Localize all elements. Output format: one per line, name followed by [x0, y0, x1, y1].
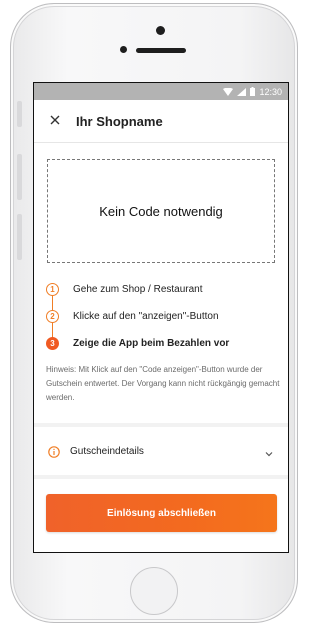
earpiece-speaker — [136, 48, 186, 53]
step-text: Gehe zum Shop / Restaurant — [73, 284, 203, 295]
voucher-details-label: Gutscheindetails — [70, 445, 144, 457]
home-button[interactable] — [130, 567, 178, 615]
status-bar: 12:30 — [34, 83, 288, 100]
step-number: 1 — [46, 283, 59, 296]
steps-list: 1 Gehe zum Shop / Restaurant 2 Klicke au… — [46, 276, 282, 357]
code-box-text: Kein Code notwendig — [99, 203, 223, 219]
step-number-active: 3 — [46, 337, 59, 350]
proximity-sensor — [120, 46, 127, 53]
complete-redemption-button[interactable]: Einlösung abschließen — [46, 494, 277, 532]
close-icon[interactable] — [34, 112, 76, 130]
voucher-details-toggle[interactable]: Gutscheindetails — [34, 431, 288, 471]
volume-up-button — [17, 154, 22, 200]
front-camera — [156, 26, 165, 35]
step-item: 1 Gehe zum Shop / Restaurant — [46, 276, 282, 303]
step-item: 3 Zeige die App beim Bezahlen vor — [46, 330, 282, 357]
step-number: 2 — [46, 310, 59, 323]
wifi-icon — [223, 87, 234, 96]
battery-icon — [250, 87, 256, 96]
hint-text: Hinweis: Mit Klick auf den "Code anzeige… — [46, 365, 280, 402]
code-box: Kein Code notwendig — [47, 159, 275, 263]
status-time: 12:30 — [259, 86, 282, 97]
volume-down-button — [17, 214, 22, 260]
mute-switch — [17, 101, 22, 127]
app-header: Ihr Shopname — [34, 100, 288, 143]
step-text: Klicke auf den "anzeigen"-Button — [73, 311, 219, 322]
chevron-down-icon — [264, 446, 274, 457]
app-screen: 12:30 Ihr Shopname Kein Code notwendig 1… — [33, 82, 289, 553]
signal-icon — [237, 87, 247, 96]
step-item: 2 Klicke auf den "anzeigen"-Button — [46, 303, 282, 330]
page-title: Ihr Shopname — [76, 113, 163, 129]
divider — [34, 475, 288, 479]
info-icon — [48, 445, 60, 458]
divider — [34, 423, 288, 427]
step-text: Zeige die App beim Bezahlen vor — [73, 338, 230, 349]
